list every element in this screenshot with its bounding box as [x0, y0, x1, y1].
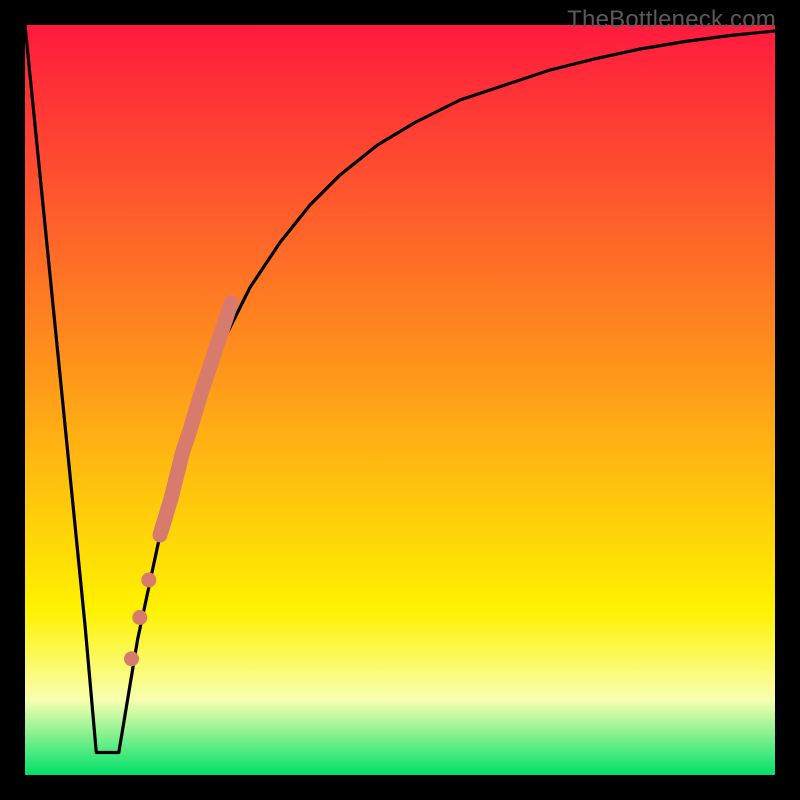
watermark-text: TheBottleneck.com [567, 6, 776, 34]
marker-dot [132, 610, 147, 625]
chart-frame: TheBottleneck.com [0, 0, 800, 800]
marker-dot [124, 651, 139, 666]
plot-area [25, 25, 775, 775]
marker-dot [141, 573, 156, 588]
chart-svg [25, 25, 775, 775]
